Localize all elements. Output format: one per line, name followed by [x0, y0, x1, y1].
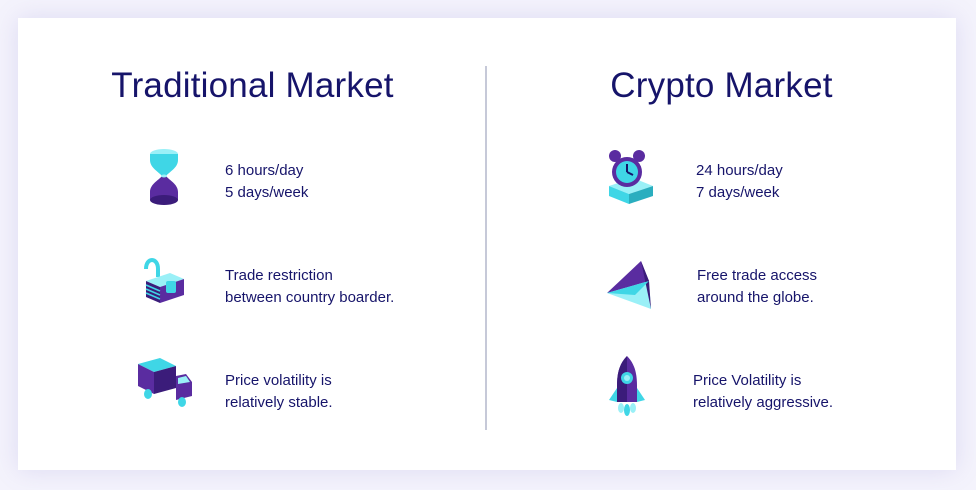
feature-text: Price Volatility is relatively aggressiv…	[693, 372, 834, 411]
delivery-truck-icon	[136, 356, 200, 420]
rocket-icon	[605, 356, 669, 420]
paper-plane-icon	[605, 251, 669, 315]
column-title: Crypto Market	[610, 66, 833, 105]
alarm-clock-icon	[605, 146, 669, 210]
feature-text: 6 hours/day 5 days/week	[225, 162, 309, 201]
locked-cash-icon	[136, 251, 200, 315]
hourglass-icon	[136, 146, 200, 210]
feature-text: Free trade access around the globe.	[697, 267, 818, 306]
feature-text: Trade restriction between country boarde…	[225, 267, 395, 306]
feature-text: Price volatility is relatively stable.	[225, 372, 333, 411]
traditional-market-column: Traditional Market 6 hours/day 5 days/we…	[18, 18, 487, 470]
crypto-market-column: Crypto Market 24 hours/day 7 days/week F…	[487, 18, 956, 470]
column-title: Traditional Market	[111, 66, 394, 105]
comparison-card: Traditional Market 6 hours/day 5 days/we…	[18, 18, 956, 470]
feature-text: 24 hours/day 7 days/week	[696, 162, 783, 201]
